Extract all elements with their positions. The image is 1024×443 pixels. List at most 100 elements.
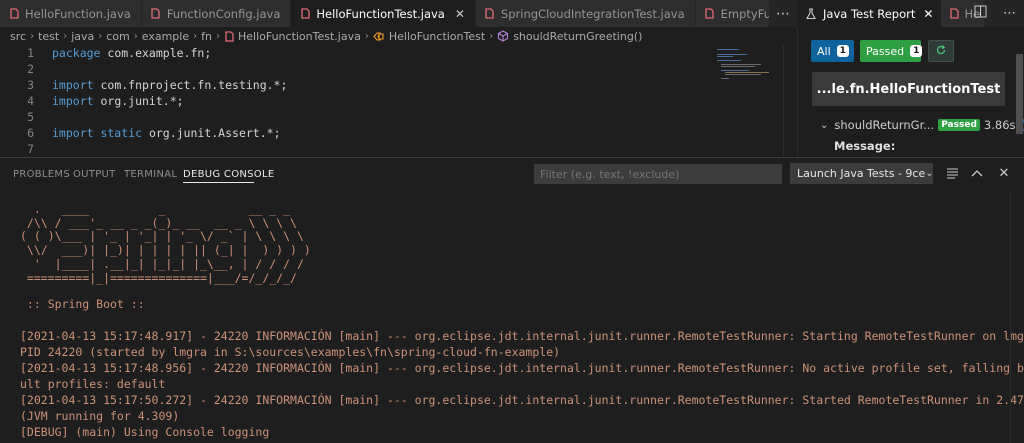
code-line: 7 [0, 141, 52, 157]
tab-springcloudintegrationtest[interactable]: SpringCloudIntegrationTest.java [475, 0, 696, 27]
log-line: [DEBUG] (main) Using Console logging [20, 425, 270, 439]
breadcrumb-item[interactable]: src [10, 30, 26, 43]
debug-console-output[interactable]: . ____ _ __ _ _ /\\ / ___'_ __ _ _(_)_ _… [0, 191, 1024, 443]
close-icon[interactable]: ✕ [923, 7, 933, 21]
close-icon[interactable]: ✕ [996, 165, 1012, 181]
launch-config-select[interactable]: Launch Java Tests - 9ce ⌄ [790, 163, 933, 184]
list-icon[interactable] [944, 165, 960, 181]
tab-label: HelloFunction.java [25, 6, 131, 21]
breadcrumb-item[interactable]: com [106, 30, 130, 43]
chevron-down-icon[interactable]: ⌄ [820, 120, 828, 131]
refresh-button[interactable] [928, 40, 954, 62]
breadcrumb-item[interactable]: example [142, 30, 189, 43]
chevron-right-icon: › [364, 30, 369, 42]
test-duration: 3.86s [983, 118, 1016, 132]
code-line: 3 import com.fnproject.fn.testing.*; [0, 77, 287, 93]
java-file-icon [704, 8, 715, 19]
code-line: 1 package com.example.fn; [0, 45, 211, 61]
tab-hellofunctiontest[interactable]: HelloFunctionTest.java ✕ [291, 0, 476, 27]
minimap-line [717, 60, 741, 61]
report-tab-bar: Java Test Report ✕ He ⋯ [797, 0, 1024, 27]
line-number: 2 [27, 62, 34, 76]
console-filter-input[interactable] [534, 164, 782, 184]
java-file-icon [8, 8, 19, 19]
tab-output[interactable]: OUTPUT [73, 169, 116, 180]
report-scrollbar[interactable] [1016, 54, 1023, 134]
tab-hellofunction[interactable]: HelloFunction.java [0, 0, 142, 27]
minimap-line [721, 66, 755, 67]
breadcrumb: src › test › java › com › example › fn › Hello… [0, 27, 797, 45]
chevron-right-icon: › [489, 30, 494, 42]
minimap-line [725, 72, 769, 73]
panel-header: PROBLEMS OUTPUT TERMINAL DEBUG CONSOLE L… [0, 158, 1024, 191]
test-result-row[interactable]: ⌄ shouldReturnGr... Passed 3.86s [812, 114, 1024, 136]
java-file-icon [224, 30, 234, 42]
minimap[interactable] [715, 45, 783, 157]
minimap-line [721, 70, 749, 71]
split-editor-icon[interactable] [974, 5, 987, 22]
button-label: Passed [866, 44, 905, 58]
close-icon[interactable]: ✕ [455, 7, 465, 21]
more-actions-icon[interactable]: ⋯ [1003, 6, 1016, 21]
log-line: [2021-04-13 15:17:48.956] - 24220 INFORM… [20, 361, 1024, 375]
code-text: org.junit.*; [93, 94, 184, 108]
breadcrumb-item[interactable]: shouldReturnGreeting() [513, 30, 642, 43]
log-line: [2021-04-13 15:17:50.272] - 24220 INFORM… [20, 393, 1024, 407]
java-file-icon [150, 8, 161, 19]
java-file-icon [484, 8, 495, 19]
test-suite-title[interactable]: ...le.fn.HelloFunctionTest [812, 72, 1005, 106]
report-actions: ⋯ [966, 0, 1024, 27]
tab-java-test-report[interactable]: Java Test Report ✕ [797, 0, 942, 27]
tab-terminal[interactable]: TERMINAL [124, 169, 177, 180]
java-file-icon [949, 8, 960, 19]
line-number: 7 [27, 142, 34, 156]
flask-icon [805, 7, 817, 20]
tab-functionconfig[interactable]: FunctionConfig.java [141, 0, 292, 27]
code-keyword: import static [52, 126, 143, 140]
more-actions-icon[interactable]: ⋯ [769, 0, 797, 27]
line-number: 5 [27, 110, 34, 124]
line-number: 6 [27, 126, 34, 140]
minimap-line [725, 74, 761, 75]
symbol-method-icon [497, 30, 509, 42]
breadcrumb-item[interactable]: HelloFunctionTest [389, 30, 485, 43]
tab-label: FunctionConfig.java [166, 6, 281, 21]
spring-boot-banner: :: Spring Boot :: [20, 297, 145, 311]
breadcrumb-item[interactable]: HelloFunctionTest.java [238, 30, 361, 43]
line-number: 1 [27, 46, 34, 60]
count-badge: 1 [910, 45, 923, 57]
status-badge: Passed [938, 119, 980, 131]
code-keyword: package [52, 46, 101, 60]
active-tab-indicator [183, 182, 254, 183]
code-text: com.example.fn; [100, 46, 212, 60]
breadcrumb-item[interactable]: test [38, 30, 59, 43]
tab-debug-console[interactable]: DEBUG CONSOLE [183, 169, 274, 180]
code-line: 4 import org.junit.*; [0, 93, 184, 109]
button-label: All [817, 44, 831, 58]
tab-label: SpringCloudIntegrationTest.java [500, 6, 685, 21]
console-scrollbar[interactable] [1010, 191, 1024, 443]
log-line: [2021-04-13 15:17:48.917] - 24220 INFORM… [20, 329, 1024, 343]
chevron-right-icon: › [193, 30, 198, 42]
code-editor[interactable]: 1 package com.example.fn; 2 3 import com.f… [0, 45, 797, 157]
test-name: shouldReturnGr... [834, 118, 935, 132]
code-line: 2 [0, 61, 52, 77]
code-line: 6 import static org.junit.Assert.*; [0, 125, 280, 141]
minimap-line [717, 56, 733, 57]
select-value: Launch Java Tests - 9ce [797, 167, 926, 180]
chevron-up-icon[interactable] [969, 165, 985, 181]
refresh-icon [935, 44, 947, 59]
filter-all-button[interactable]: All 1 [811, 40, 854, 62]
breadcrumb-item[interactable]: fn [201, 30, 212, 43]
minimap-line [721, 78, 729, 79]
chevron-right-icon: › [133, 30, 138, 42]
editor-scrollbar[interactable] [783, 45, 797, 157]
filter-passed-button[interactable]: Passed 1 [860, 40, 923, 62]
tab-problems[interactable]: PROBLEMS [13, 169, 70, 180]
log-line: ult profiles: default [20, 377, 166, 391]
java-file-icon [299, 8, 310, 19]
line-number: 3 [27, 78, 34, 92]
chevron-right-icon: › [30, 30, 35, 42]
breadcrumb-item[interactable]: java [71, 30, 94, 43]
tab-label: Java Test Report [823, 6, 916, 21]
